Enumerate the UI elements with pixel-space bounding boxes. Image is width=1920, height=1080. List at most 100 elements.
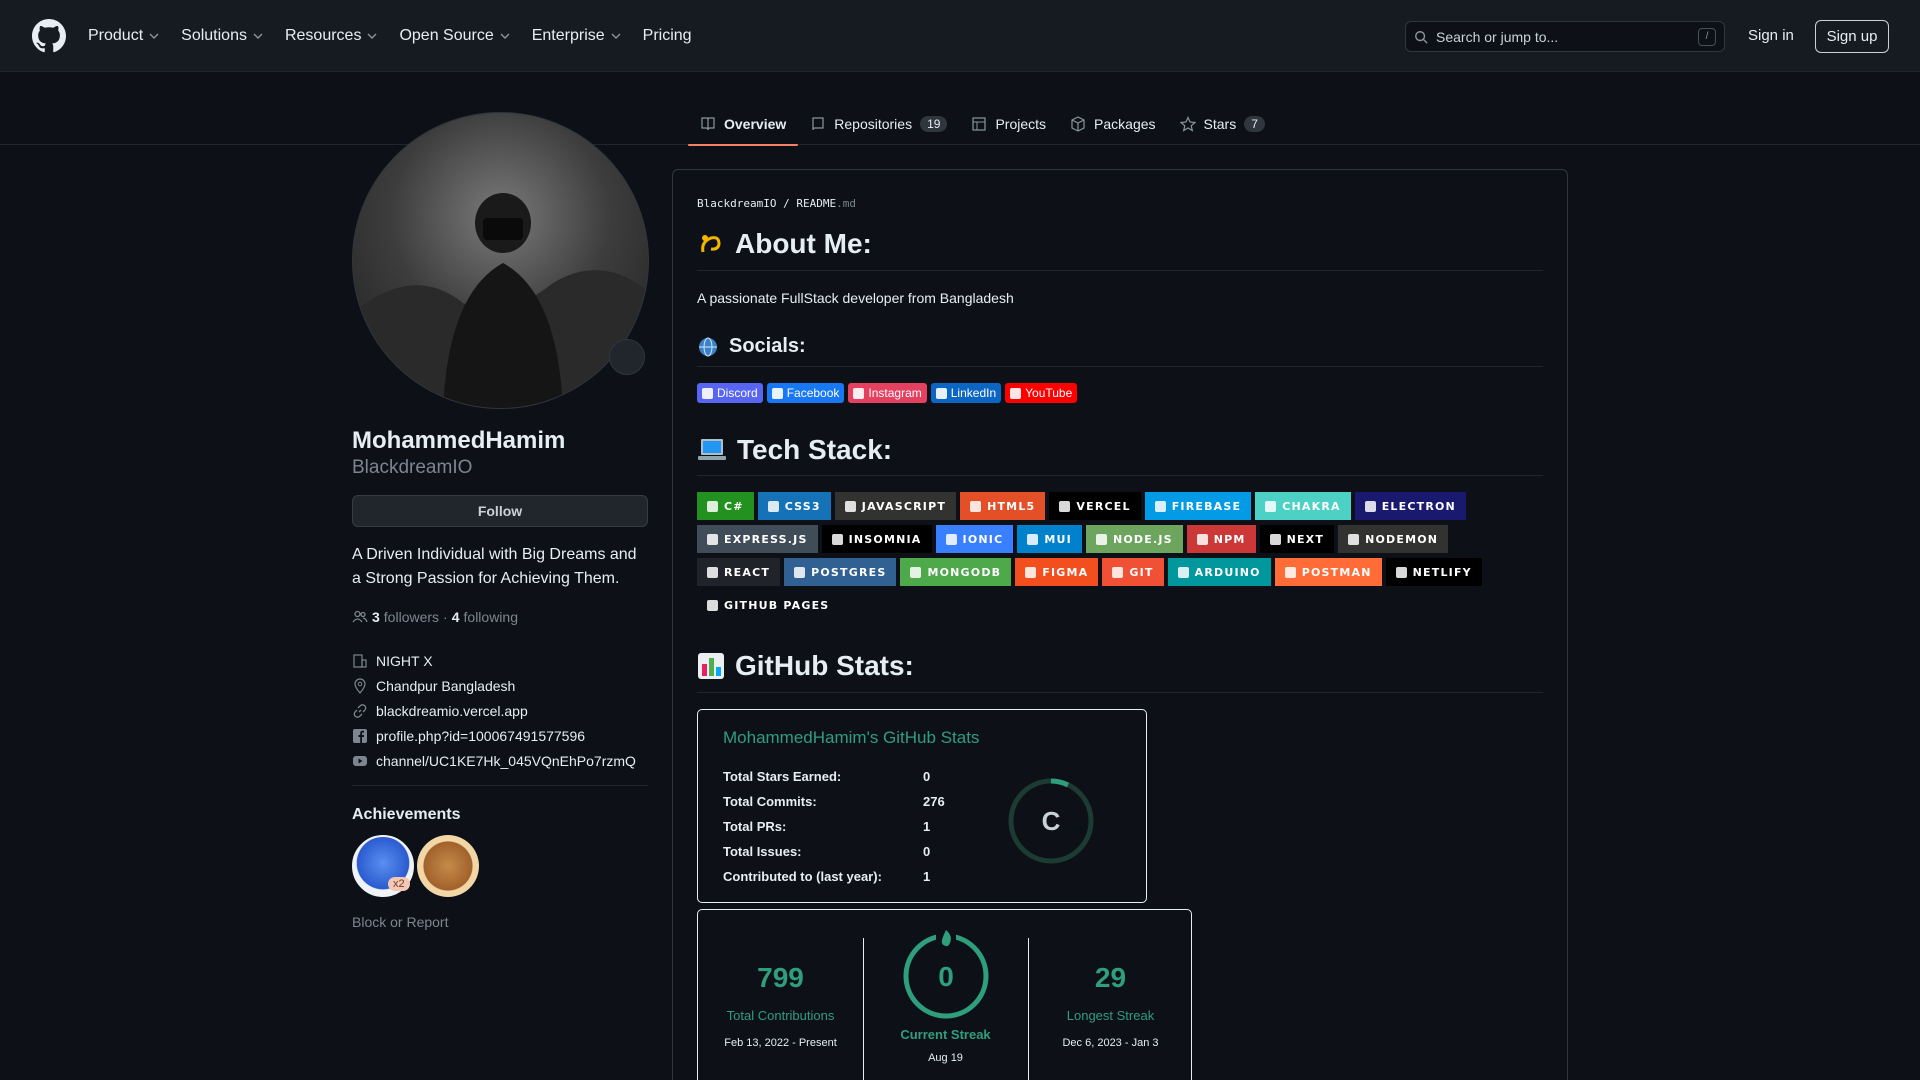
follow-stats: 3 followers · 4 following: [352, 609, 518, 625]
social-badge-instagram[interactable]: Instagram: [848, 383, 927, 403]
tech-badge-c[interactable]: C#: [697, 492, 754, 520]
tech-badge-arduino[interactable]: Arduino: [1167, 558, 1271, 586]
block-or-report-link[interactable]: Block or Report: [352, 914, 448, 930]
nav-item-solutions[interactable]: Solutions: [181, 27, 263, 45]
stats-row-label: Contributed to (last year):: [723, 869, 882, 884]
npm-icon: [1196, 533, 1208, 545]
sign-in-link[interactable]: Sign in: [1748, 27, 1794, 44]
tech-badge-react[interactable]: React: [697, 558, 781, 586]
followers-label[interactable]: followers: [384, 609, 439, 625]
nav-item-label: Solutions: [181, 27, 247, 44]
status-emoji-button[interactable]: [609, 339, 645, 375]
achievement-multiplier: x2: [388, 877, 410, 891]
tab-repositories[interactable]: Repositories 19: [798, 102, 959, 145]
tech-badge-chakra[interactable]: Chakra: [1255, 492, 1351, 520]
tech-badge-javascript[interactable]: JavaScript: [834, 492, 957, 520]
dizzy-emoji-icon: [701, 235, 721, 253]
streak-stats-card[interactable]: 799 Total Contributions Feb 13, 2022 - P…: [697, 909, 1192, 1080]
postman-icon: [1284, 566, 1296, 578]
current-streak-ring: 0: [903, 928, 988, 1019]
nav-item-open-source[interactable]: Open Source: [399, 27, 510, 45]
nav-item-resources[interactable]: Resources: [285, 27, 377, 45]
stats-row-label: Total Issues:: [723, 844, 802, 859]
tab-projects[interactable]: Projects: [959, 102, 1058, 145]
tech-badge-postgres[interactable]: Postgres: [784, 558, 897, 586]
facebook-icon: [353, 728, 367, 743]
stats-row: Total Stars Earned: 0: [723, 764, 945, 789]
tech-badge-github-pages[interactable]: Github Pages: [697, 591, 840, 619]
tab-overview[interactable]: Overview: [688, 102, 799, 146]
tech-badge-electron[interactable]: Electron: [1354, 492, 1466, 520]
profile-detail-link[interactable]: blackdreamio.vercel.app: [352, 698, 636, 723]
total-contributions-value: 799: [757, 962, 804, 993]
tech-badge-express-js[interactable]: Express.js: [697, 525, 818, 553]
social-badge-facebook[interactable]: Facebook: [766, 383, 845, 403]
tech-badge-css3[interactable]: CSS3: [757, 492, 831, 520]
tech-badge-mongodb[interactable]: MongoDB: [900, 558, 1012, 586]
tech-badge-netlify[interactable]: Netlify: [1385, 558, 1482, 586]
tech-badge-label: Netlify: [1412, 565, 1472, 579]
readme-file-ext: .md: [836, 197, 856, 210]
tech-badge-mui[interactable]: MUI: [1017, 525, 1082, 553]
search-input[interactable]: Search or jump to... /: [1405, 21, 1725, 52]
social-badge-linkedin[interactable]: LinkedIn: [930, 383, 1002, 403]
search-icon: [1415, 30, 1428, 44]
tech-badge-firebase[interactable]: Firebase: [1144, 492, 1252, 520]
tech-badge-nodemon[interactable]: NODEMON: [1338, 525, 1449, 553]
tab-packages[interactable]: Packages: [1058, 102, 1167, 145]
github-stats-card[interactable]: MohammedHamim's GitHub Stats Total Stars…: [697, 709, 1147, 903]
tech-badge-label: Ionic: [962, 532, 1004, 546]
profile-detail-text[interactable]: profile.php?id=100067491577596: [376, 728, 585, 744]
tech-badge-html5[interactable]: HTML5: [960, 492, 1046, 520]
readme-file-link[interactable]: README: [796, 197, 836, 210]
followers-count[interactable]: 3: [372, 609, 380, 625]
tech-badge-next[interactable]: Next: [1259, 525, 1335, 553]
tech-badge-git[interactable]: Git: [1102, 558, 1164, 586]
nav-item-product[interactable]: Product: [88, 27, 159, 45]
follow-button[interactable]: Follow: [352, 495, 648, 527]
tech-badge-postman[interactable]: Postman: [1274, 558, 1382, 586]
nav-item-enterprise[interactable]: Enterprise: [532, 27, 621, 45]
bar-chart-emoji-icon: [698, 653, 724, 679]
achievement-badge-shark[interactable]: x2: [352, 835, 414, 897]
achievement-badge-yolo[interactable]: [417, 835, 479, 897]
tab-counter: 7: [1244, 115, 1265, 132]
following-label[interactable]: following: [464, 609, 518, 625]
tech-badge-label: Github Pages: [724, 598, 830, 612]
youtube-icon: [353, 755, 367, 766]
stats-row-value: 1: [923, 819, 931, 834]
nav-item-label: Open Source: [399, 27, 494, 44]
tech-badge-npm[interactable]: NPM: [1186, 525, 1256, 553]
tech-badge-insomnia[interactable]: Insomnia: [821, 525, 932, 553]
following-count[interactable]: 4: [452, 609, 460, 625]
profile-username: BlackdreamIO: [352, 457, 473, 478]
profile-detail-youtube[interactable]: channel/UC1KE7Hk_045VQnEhPo7rzmQ: [352, 748, 636, 773]
longest-streak-value: 29: [1094, 962, 1127, 993]
people-icon: [352, 610, 368, 623]
profile-detail-text[interactable]: blackdreamio.vercel.app: [376, 703, 528, 719]
achievements-heading[interactable]: Achievements: [352, 806, 461, 824]
tab-stars[interactable]: Stars 7: [1168, 102, 1277, 145]
tech-badge-vercel[interactable]: Vercel: [1049, 492, 1141, 520]
github-logo-icon[interactable]: [32, 19, 66, 53]
netlify-icon: [1395, 566, 1407, 578]
tech-badge-label: React: [724, 565, 771, 579]
react-icon: [707, 566, 718, 578]
social-badge-discord[interactable]: Discord: [697, 383, 763, 403]
chakra-icon: [1265, 500, 1277, 512]
tech-badge-figma[interactable]: Figma: [1015, 558, 1099, 586]
profile-detail-text[interactable]: channel/UC1KE7Hk_045VQnEhPo7rzmQ: [376, 753, 636, 769]
sign-up-button[interactable]: Sign up: [1815, 20, 1889, 53]
social-badge-youtube[interactable]: YouTube: [1005, 383, 1078, 403]
profile-fullname: MohammedHamim: [352, 427, 566, 454]
tech-badge-label: Firebase: [1171, 499, 1242, 513]
readme-owner-link[interactable]: BlackdreamIO: [697, 197, 776, 210]
express-js-icon: [707, 533, 718, 545]
avatar[interactable]: [352, 112, 649, 409]
tech-badge-ionic[interactable]: Ionic: [935, 525, 1014, 553]
tech-badge-node-js[interactable]: NODE.JS: [1085, 525, 1183, 553]
repo-icon: [812, 116, 824, 130]
socials-title: Socials:: [729, 335, 806, 357]
nav-item-pricing[interactable]: Pricing: [643, 27, 692, 45]
profile-detail-facebook[interactable]: profile.php?id=100067491577596: [352, 723, 636, 748]
